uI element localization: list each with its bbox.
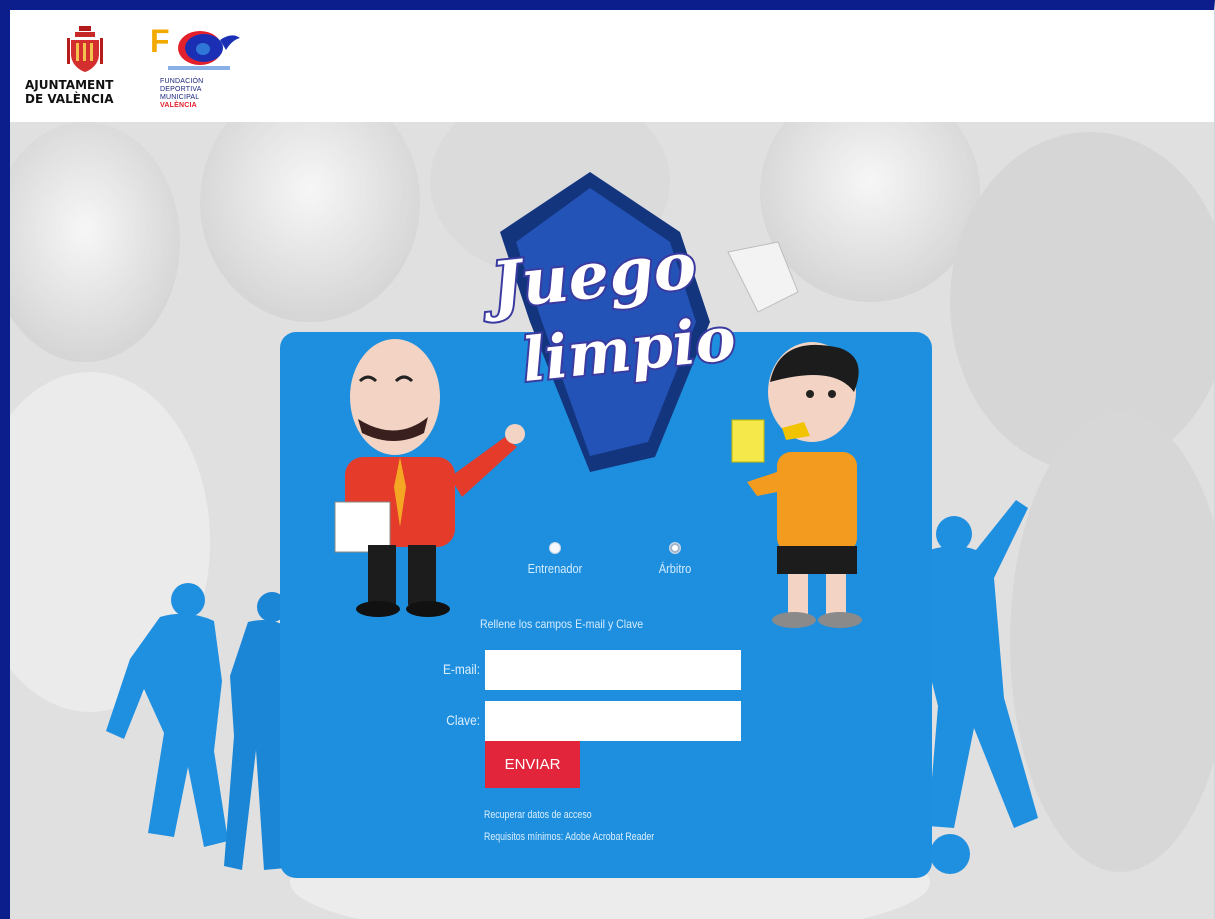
ajuntament-line1: AJUNTAMENT (25, 78, 114, 92)
coach-character (334, 339, 525, 617)
fdm-line2: DEPORTIVA (160, 86, 202, 93)
ajuntament-logo[interactable]: AJUNTAMENT DE VALÈNCIA (25, 22, 145, 117)
fdm-name: FUNDACIÓN DEPORTIVA MUNICIPAL VALÈNCIA (160, 78, 250, 110)
recover-access-link[interactable]: Recuperar datos de acceso (484, 809, 592, 821)
radio-arbitro[interactable] (669, 542, 681, 554)
fdm-line1: FUNDACIÓN (160, 78, 204, 85)
email-field[interactable] (485, 650, 741, 690)
email-label: E-mail: (442, 661, 480, 677)
requirements-link[interactable]: Requisitos mínimos: Adobe Acrobat Reader (484, 831, 654, 843)
ajuntament-line2: DE VALÈNCIA (25, 92, 114, 106)
ajuntament-name: AJUNTAMENT DE VALÈNCIA (25, 78, 150, 106)
password-field[interactable] (485, 701, 741, 741)
site-header: AJUNTAMENT DE VALÈNCIA F FUNDACIÓN DEPOR… (10, 10, 1214, 123)
hero-background: Juego limpio Entrenador Árbitro Rellene … (10, 122, 1214, 919)
password-label: Clave: (446, 712, 480, 728)
fdm-line3: MUNICIPAL (160, 94, 200, 101)
browser-frame: AJUNTAMENT DE VALÈNCIA F FUNDACIÓN DEPOR… (0, 0, 1215, 919)
role-label-arbitro: Árbitro (658, 561, 692, 576)
fdm-mark-icon: F (150, 23, 240, 70)
valencia-crest-icon (67, 26, 103, 72)
fdm-line4: VALÈNCIA (160, 102, 197, 109)
radio-entrenador[interactable] (549, 542, 561, 554)
submit-button[interactable]: ENVIAR (485, 741, 580, 788)
referee-character (731, 342, 862, 628)
svg-text:F: F (150, 23, 170, 59)
role-option-entrenador[interactable]: Entrenador (515, 542, 595, 592)
role-label-entrenador: Entrenador (527, 561, 583, 576)
fdm-logo[interactable]: F FUNDACIÓN DEPORTIVA MUNICIPAL VALÈNCIA (148, 20, 248, 120)
role-option-arbitro[interactable]: Árbitro (635, 542, 715, 592)
role-selector: Entrenador Árbitro (515, 542, 715, 592)
form-hint: Rellene los campos E-mail y Clave (480, 617, 644, 631)
